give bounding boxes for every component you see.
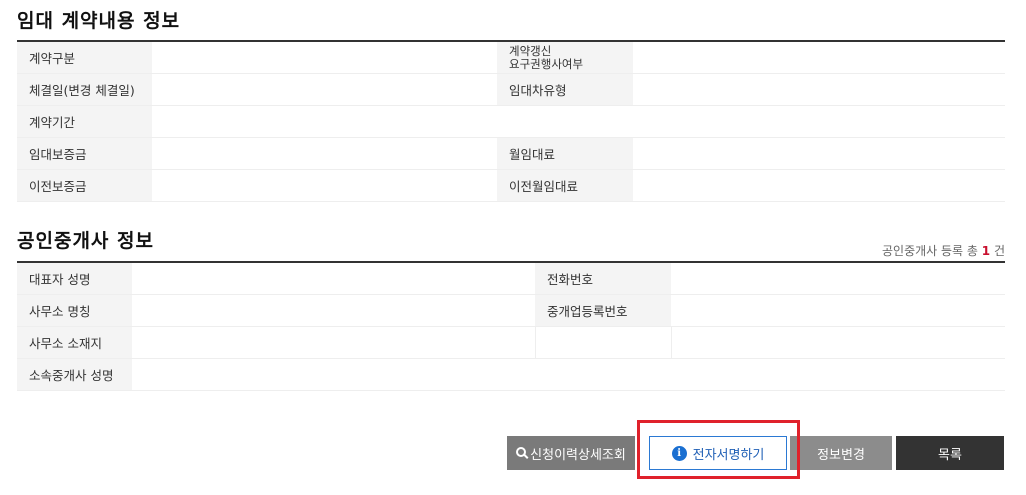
change-info-button-label: 정보변경 [817, 447, 865, 463]
agent-count-suffix: 건 [993, 244, 1005, 258]
value-prev-deposit [152, 170, 497, 201]
label-office-name: 사무소 명칭 [17, 295, 132, 326]
label-lease-type: 임대차유형 [497, 74, 633, 105]
label-prev-deposit: 이전보증금 [17, 170, 152, 201]
label-contract-date: 체결일(변경 체결일) [17, 74, 152, 105]
change-info-button[interactable]: 정보변경 [790, 436, 892, 470]
address-cell-divider-2 [671, 327, 672, 358]
label-contract-type: 계약구분 [17, 42, 152, 73]
agent-section-title: 공인중개사 정보 [17, 230, 154, 252]
agent-count: 공인중개사 등록 총 1 건 [882, 242, 1005, 259]
search-icon [516, 447, 527, 457]
history-detail-button-label: 신청이력상세조회 [530, 447, 626, 463]
lease-row-contract-period: 계약기간 [17, 106, 1005, 138]
list-button[interactable]: 목록 [896, 436, 1004, 470]
value-lease-type [633, 74, 1005, 105]
label-contract-period: 계약기간 [17, 106, 152, 137]
label-phone: 전화번호 [535, 263, 671, 294]
label-affiliated-agent: 소속중개사 성명 [17, 359, 132, 390]
value-renewal-right [633, 42, 1005, 73]
history-detail-button[interactable]: 신청이력상세조회 [507, 436, 635, 470]
address-cell-divider [535, 327, 536, 358]
value-prev-monthly-rent [633, 170, 1005, 201]
value-monthly-rent [633, 138, 1005, 169]
value-phone [671, 263, 1005, 294]
highlight-box [637, 420, 800, 479]
label-registration-number: 중개업등록번호 [535, 295, 671, 326]
value-contract-period [152, 106, 1005, 137]
lease-row-prev-deposit: 이전보증금 이전월임대료 [17, 170, 1005, 202]
value-affiliated-agent [132, 359, 1005, 390]
agent-row-office-name: 사무소 명칭 중개업등록번호 [17, 295, 1005, 327]
list-button-label: 목록 [938, 447, 962, 463]
lease-row-deposit: 임대보증금 월임대료 [17, 138, 1005, 170]
lease-row-contract-type: 계약구분 계약갱신 요구권행사여부 [17, 42, 1005, 74]
label-prev-monthly-rent: 이전월임대료 [497, 170, 633, 201]
label-renewal-right-line1: 계약갱신 [509, 43, 552, 58]
value-deposit [152, 138, 497, 169]
lease-section-title: 임대 계약내용 정보 [17, 10, 181, 32]
label-office-address: 사무소 소재지 [17, 327, 132, 358]
agent-row-affiliated-agent: 소속중개사 성명 [17, 359, 1005, 391]
agent-count-prefix: 공인중개사 등록 총 [881, 244, 978, 258]
agent-row-representative: 대표자 성명 전화번호 [17, 263, 1005, 295]
agent-row-office-address: 사무소 소재지 [17, 327, 1005, 359]
value-representative-name [132, 263, 535, 294]
label-deposit: 임대보증금 [17, 138, 152, 169]
label-renewal-right-line2: 요구권행사여부 [509, 56, 584, 71]
label-monthly-rent: 월임대료 [497, 138, 633, 169]
value-registration-number [671, 295, 1005, 326]
value-office-address [132, 327, 1005, 358]
agent-count-value: 1 [981, 244, 991, 258]
label-representative-name: 대표자 성명 [17, 263, 132, 294]
lease-row-contract-date: 체결일(변경 체결일) 임대차유형 [17, 74, 1005, 106]
label-renewal-right: 계약갱신 요구권행사여부 [497, 42, 633, 73]
value-office-name [132, 295, 535, 326]
value-contract-type [152, 42, 497, 73]
value-contract-date [152, 74, 497, 105]
